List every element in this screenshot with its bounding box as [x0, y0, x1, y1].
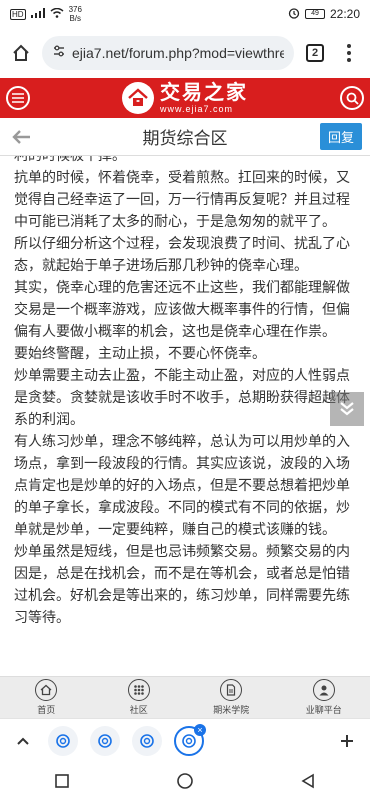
- alarm-icon: [288, 7, 300, 22]
- post-paragraph: 利的时候极平掉。: [14, 156, 358, 166]
- net-speed: 376 B/s: [69, 5, 82, 23]
- new-tab-icon[interactable]: [334, 728, 360, 754]
- recents-icon[interactable]: [49, 768, 75, 794]
- system-nav-bar: [0, 762, 370, 800]
- tab-thumbnail-active[interactable]: ×: [174, 723, 206, 756]
- status-right: 49 22:20: [288, 7, 360, 22]
- clock: 22:20: [329, 7, 360, 21]
- home-circle-icon[interactable]: [172, 768, 198, 794]
- reply-button[interactable]: 回复: [319, 123, 362, 150]
- forum-title-bar: 期货综合区 回复: [0, 118, 370, 156]
- back-arrow-icon[interactable]: [8, 124, 34, 150]
- site-bottom-nav: 首页 社区 期米学院 业聊平台: [0, 676, 370, 718]
- hd-indicator: HD: [10, 8, 26, 20]
- tab-count: 2: [306, 44, 324, 62]
- home-icon[interactable]: [8, 40, 34, 66]
- browser-toolbar: ejia7.net/forum.php?mod=viewthread& 2: [0, 28, 370, 78]
- nav-item-community[interactable]: 社区: [104, 679, 174, 716]
- person-icon: [312, 679, 335, 701]
- site-logo[interactable]: 交易之家 www.ejia7.com: [122, 82, 248, 114]
- battery-indicator: 49: [304, 9, 325, 19]
- post-paragraph: 其实，侥幸心理的危害还远不止这些，我们都能理解做交易是一个概率游戏，应该做大概率…: [14, 279, 350, 339]
- site-header: 交易之家 www.ejia7.com: [0, 78, 370, 118]
- nav-item-platform[interactable]: 业聊平台: [289, 679, 359, 716]
- nav-label: 社区: [129, 705, 148, 715]
- tab-switcher-button[interactable]: 2: [302, 40, 328, 66]
- logo-subtitle: www.ejia7.com: [160, 103, 234, 114]
- logo-house-icon: [122, 82, 154, 114]
- nav-label: 首页: [37, 705, 56, 715]
- nav-label: 业聊平台: [305, 705, 342, 715]
- post-paragraph: 要始终警醒，主动止损，不要心怀侥幸。: [14, 345, 266, 361]
- wifi-icon: [50, 7, 64, 21]
- grid-icon: [127, 679, 150, 701]
- site-favicon-icon: [182, 733, 196, 748]
- tab-thumbnail[interactable]: [48, 725, 78, 756]
- more-menu-icon[interactable]: [336, 40, 362, 66]
- nav-label: 期米学院: [213, 705, 250, 715]
- nav-item-academy[interactable]: 期米学院: [196, 679, 266, 716]
- chevron-up-icon[interactable]: [10, 728, 36, 754]
- net-speed-unit: B/s: [69, 14, 82, 23]
- post-paragraph: 抗单的时候，怀着侥幸，受着煎熬。扛回来的时候，又觉得自己经幸运了一回，万一行情再…: [14, 169, 350, 229]
- home-icon: [35, 679, 58, 701]
- double-chevron-down-icon: [340, 402, 354, 416]
- site-info-icon[interactable]: [52, 44, 66, 63]
- browser-tab-strip: ×: [0, 718, 370, 762]
- document-icon: [220, 679, 243, 701]
- page-title: 期货综合区: [142, 129, 228, 148]
- url-text[interactable]: ejia7.net/forum.php?mod=viewthread&: [72, 45, 284, 61]
- logo-title: 交易之家: [160, 81, 248, 104]
- tab-thumbnail[interactable]: [132, 725, 162, 756]
- tab-thumbnail[interactable]: [90, 725, 120, 756]
- net-speed-value: 376: [68, 5, 82, 14]
- signal-icon: [30, 7, 45, 21]
- post-content: 利的时候极平掉。 抗单的时候，怀着侥幸，受着煎熬。扛回来的时候，又觉得自己经幸运…: [0, 156, 370, 676]
- scroll-to-bottom-button[interactable]: [330, 392, 364, 426]
- site-favicon-icon: [140, 733, 154, 748]
- post-paragraph: 所以仔细分析这个过程，会发现浪费了时间、扰乱了心态，就起始于单子进场后那几秒钟的…: [14, 235, 350, 273]
- address-bar[interactable]: ejia7.net/forum.php?mod=viewthread&: [42, 36, 294, 70]
- post-paragraph: 炒单虽然是短线，但是也忌讳频繁交易。频繁交易的内因是，总是在找机会，而不是在等机…: [14, 543, 350, 625]
- post-paragraph: 炒单需要主动去止盈，不能主动止盈，对应的人性弱点是贪婪。贪婪就是该收手时不收手，…: [14, 367, 350, 427]
- close-icon[interactable]: ×: [194, 723, 206, 736]
- menu-icon[interactable]: [6, 86, 30, 110]
- back-triangle-icon[interactable]: [295, 768, 321, 794]
- site-favicon-icon: [56, 733, 70, 748]
- search-icon[interactable]: [340, 86, 364, 110]
- logo-text: 交易之家 www.ejia7.com: [160, 83, 248, 114]
- site-favicon-icon: [98, 733, 112, 748]
- status-bar: HD 376 B/s 49 22:20: [0, 0, 370, 28]
- status-left: HD 376 B/s: [10, 5, 82, 23]
- post-paragraph: 有人练习炒单，理念不够纯粹，总认为可以用炒单的入场点，拿到一段波段的行情。其实应…: [14, 433, 350, 537]
- nav-item-home[interactable]: 首页: [11, 679, 81, 716]
